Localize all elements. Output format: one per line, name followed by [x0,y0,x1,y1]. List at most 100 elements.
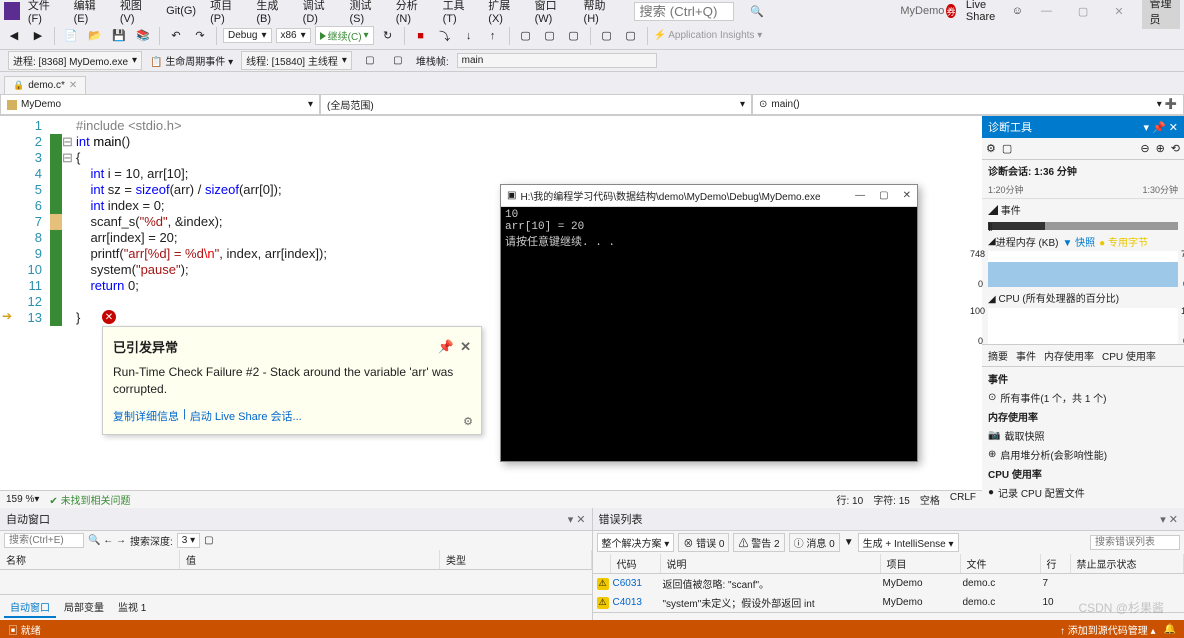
tab-locals[interactable]: 局部变量 [58,597,110,618]
file-tab[interactable]: 🔒 demo.c* ✕ [4,76,86,94]
col-line[interactable]: 行 [1041,554,1071,573]
save-icon[interactable]: 💾 [109,26,129,46]
saveall-icon[interactable]: 📚 [133,26,153,46]
menu-extensions[interactable]: 扩展(X) [482,0,526,27]
issues-label[interactable]: 未找到相关问题 [61,496,131,507]
errors-filter[interactable]: ⊗ 错误 0 [678,533,729,552]
popup-close-icon[interactable]: ✕ [460,339,471,355]
tree-memory[interactable]: 内存使用率 [988,407,1178,426]
notifications-icon[interactable]: 🔔 [1164,624,1176,635]
close-button[interactable]: ✕ [1106,3,1131,20]
col-proj[interactable]: 项目 [881,554,961,573]
col-code[interactable]: 代码 [611,554,661,573]
con-min[interactable]: — [855,190,865,201]
settings-icon[interactable]: ⚙ [463,415,473,428]
tb2-icon-2[interactable]: ▢ [388,51,408,71]
gear-icon[interactable]: ⚙ [986,142,996,155]
forward-icon[interactable]: ▶ [28,26,48,46]
tree-cpu[interactable]: CPU 使用率 [988,464,1178,483]
live-share[interactable]: Live Share [966,0,1002,23]
crlf-indicator[interactable]: CRLF [950,492,976,507]
menu-edit[interactable]: 编辑(E) [68,0,112,27]
console-titlebar[interactable]: ▣ H:\我的编程学习代码\数据结构\demo\MyDemo\Debug\MyD… [501,185,917,207]
new-icon[interactable]: 📄 [61,26,81,46]
step-over-icon[interactable]: ⤵ [435,26,455,46]
col-type[interactable]: 类型 [440,550,592,569]
menu-test[interactable]: 测试(S) [343,0,387,27]
col-value[interactable]: 值 [180,550,440,569]
col-icon[interactable] [593,554,611,573]
zoom-level[interactable]: 159 % [6,494,34,505]
diag-icon-1[interactable]: ▢ [1002,142,1012,155]
error-search[interactable] [1090,535,1180,550]
refresh-icon[interactable]: ↻ [378,26,398,46]
snapshot-icon[interactable]: ▼ 快照 [1062,234,1095,249]
menu-help[interactable]: 帮助(H) [578,0,623,27]
spaces-indicator[interactable]: 空格 [920,492,940,507]
maximize-button[interactable]: ▢ [1070,3,1096,20]
menu-tools[interactable]: 工具(T) [437,0,481,27]
nav-function[interactable]: ⊙ main()▾ ➕ [752,94,1184,115]
tb2-icon-1[interactable]: ▢ [360,51,380,71]
error-row[interactable]: ⚠C6031返回值被忽略: "scanf"。MyDemodemo.c7 [593,574,1184,593]
continue-button[interactable]: 继续(C) ▾ [315,26,374,45]
menu-debug[interactable]: 调试(D) [297,0,342,27]
thread-dropdown[interactable]: 线程: [15840] 主线程 ▾ [241,51,352,70]
diag-tab-events[interactable]: 事件 [1016,348,1036,363]
minimize-button[interactable]: — [1033,3,1060,19]
menu-analyze[interactable]: 分析(N) [390,0,435,27]
menu-build[interactable]: 生成(B) [250,0,294,27]
diag-tab-memory[interactable]: 内存使用率 [1044,348,1094,363]
tab-watch[interactable]: 监视 1 [112,597,152,618]
error-icon[interactable]: ✕ [102,310,116,324]
copy-details-link[interactable]: 复制详细信息 [113,408,179,424]
back-icon[interactable]: ◀ [4,26,24,46]
scope-dropdown[interactable]: 整个解决方案 ▾ [597,533,675,552]
menu-git[interactable]: Git(G) [160,3,202,19]
step-into-icon[interactable]: ↓ [459,26,479,46]
notification-badge[interactable]: 券 [946,4,956,18]
tab-close-icon[interactable]: ✕ [69,80,77,91]
col-name[interactable]: 名称 [0,550,180,569]
tree-events[interactable]: 事件 [988,369,1178,388]
build-filter[interactable]: 生成 + IntelliSense ▾ [858,533,959,552]
tb-icon-3[interactable]: ▢ [564,26,584,46]
col-desc[interactable]: 说明 [661,554,881,573]
menu-window[interactable]: 窗口(W) [529,0,576,27]
open-icon[interactable]: 📂 [85,26,105,46]
console-window[interactable]: ▣ H:\我的编程学习代码\数据结构\demo\MyDemo\Debug\MyD… [500,184,918,462]
zoom-out-icon[interactable]: ⊖ [1140,142,1149,155]
step-out-icon[interactable]: ↑ [483,26,503,46]
source-control[interactable]: ↑ 添加到源代码管理 ▴ [1060,622,1156,637]
col-file[interactable]: 文件 [961,554,1041,573]
nav-scope[interactable]: (全局范围)▾ [320,94,752,115]
quick-search[interactable] [634,2,734,21]
reset-icon[interactable]: ⟲ [1171,142,1180,155]
menu-view[interactable]: 视图(V) [114,0,158,27]
tree-cpu-record[interactable]: 记录 CPU 配置文件 [998,485,1085,500]
stop-icon[interactable]: ■ [411,26,431,46]
undo-icon[interactable]: ↶ [166,26,186,46]
stackframe-dropdown[interactable]: main [457,53,657,68]
con-close[interactable]: ✕ [903,190,911,201]
diag-header[interactable]: 诊断工具▾ 📌 ✕ [982,116,1184,138]
tb-icon-2[interactable]: ▢ [540,26,560,46]
depth-dropdown[interactable]: 3 ▾ [177,533,200,548]
pin-icon[interactable]: 📌 [438,339,454,355]
tab-autos[interactable]: 自动窗口 [4,597,56,618]
tb-icon-5[interactable]: ▢ [621,26,641,46]
diag-tab-summary[interactable]: 摘要 [988,348,1008,363]
tree-heap[interactable]: 启用堆分析(会影响性能) [1000,447,1107,462]
tree-snapshot[interactable]: 截取快照 [1004,428,1044,443]
warnings-filter[interactable]: ⚠ 警告 2 [733,533,784,552]
platform-dropdown[interactable]: x86 ▾ [276,28,311,43]
process-dropdown[interactable]: 进程: [8368] MyDemo.exe ▾ [8,51,142,70]
tb-icon-4[interactable]: ▢ [597,26,617,46]
redo-icon[interactable]: ↷ [190,26,210,46]
autos-search[interactable] [4,533,84,548]
tree-events-all[interactable]: 所有事件(1 个，共 1 个) [1000,390,1106,405]
diag-tab-cpu[interactable]: CPU 使用率 [1102,348,1156,363]
insights-label[interactable]: ⚡ Application Insights ▾ [654,30,763,41]
menu-file[interactable]: 文件(F) [22,0,66,27]
menu-project[interactable]: 项目(P) [204,0,248,27]
